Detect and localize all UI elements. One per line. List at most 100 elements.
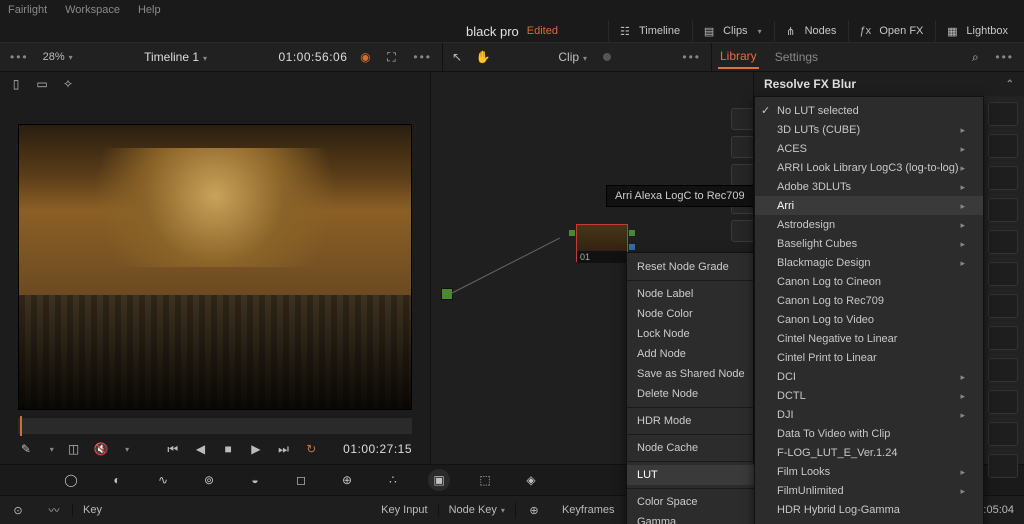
timeline-button[interactable]: ☷Timeline <box>608 21 688 41</box>
lut-item[interactable]: F-LOG_LUT_E_Ver.1.24 <box>755 443 983 462</box>
clips-button[interactable]: ▤Clips▾ <box>692 21 769 41</box>
fx-slot[interactable] <box>988 134 1018 158</box>
lut-item[interactable]: DCTL▸ <box>755 386 983 405</box>
tab-library[interactable]: Library <box>718 45 759 69</box>
viewer-image[interactable] <box>18 124 412 410</box>
lightbox-button[interactable]: ▦Lightbox <box>935 21 1016 41</box>
node-key-label[interactable]: Node Key▾ <box>438 504 515 516</box>
scope-footer-icon[interactable]: 〰 <box>46 502 62 518</box>
key-input-label: Key Input <box>371 504 437 516</box>
fx-slot[interactable] <box>988 198 1018 222</box>
fx-overlay-icon[interactable]: ✧ <box>60 76 76 92</box>
fx-slot[interactable] <box>988 326 1018 350</box>
view-mode-1-icon[interactable]: ▯ <box>8 76 24 92</box>
page-3d-icon[interactable]: ◈ <box>520 469 542 491</box>
lut-item[interactable]: Canon Log to Video <box>755 310 983 329</box>
expand-key-icon[interactable]: ⊙ <box>10 502 26 518</box>
fx-slot[interactable] <box>988 230 1018 254</box>
next-icon[interactable]: ⏭ <box>276 441 292 457</box>
lut-item[interactable]: Canon Log to Cineon <box>755 272 983 291</box>
split-icon[interactable]: ◫ <box>66 441 82 457</box>
more-viewer-icon[interactable]: ••• <box>409 50 436 64</box>
page-qualifier-icon[interactable]: ◒ <box>244 469 266 491</box>
page-key-icon[interactable]: ▣ <box>428 469 450 491</box>
playbar[interactable] <box>18 418 412 434</box>
more-node-icon[interactable]: ••• <box>678 50 705 64</box>
node-alpha-dot[interactable] <box>629 244 635 250</box>
lut-item[interactable]: ARRI Look Library LogC3 (log-to-log)▸ <box>755 158 983 177</box>
loop-icon[interactable]: ↻ <box>303 441 319 457</box>
fx-slot[interactable] <box>988 454 1018 478</box>
scope-icon[interactable]: ◉ <box>357 49 373 65</box>
stop-icon[interactable]: ■ <box>220 441 236 457</box>
pointer-icon[interactable]: ↖ <box>449 49 465 65</box>
fx-category-header[interactable]: Resolve FX Blur ⌃ <box>754 72 1024 96</box>
search-icon[interactable]: ⌕ <box>967 49 983 65</box>
openfx-button[interactable]: ƒxOpen FX <box>848 21 931 41</box>
timeline-name[interactable]: Timeline 1▾ <box>83 50 269 64</box>
clips-icon: ▤ <box>701 23 717 39</box>
lut-item[interactable]: HDR Hybrid Log-Gamma <box>755 500 983 519</box>
page-curves-icon[interactable]: ∿ <box>152 469 174 491</box>
expand-icon[interactable]: ⛶ <box>383 49 399 65</box>
timeline-icon: ☷ <box>617 23 633 39</box>
lut-item[interactable]: Cintel Negative to Linear <box>755 329 983 348</box>
fx-slot[interactable] <box>988 390 1018 414</box>
hand-icon[interactable]: ✋ <box>475 49 491 65</box>
clip-label[interactable]: Clip▾ <box>558 50 587 64</box>
graph-input[interactable] <box>441 288 453 300</box>
fx-slot[interactable] <box>988 294 1018 318</box>
lut-item[interactable]: Canon Log to Rec709 <box>755 291 983 310</box>
page-warper-icon[interactable]: ⊚ <box>198 469 220 491</box>
prev-icon[interactable]: ◀ <box>193 441 209 457</box>
lut-item[interactable]: Astrodesign▸ <box>755 215 983 234</box>
more-fx-icon[interactable]: ••• <box>991 50 1018 64</box>
lut-item[interactable]: Film Looks▸ <box>755 462 983 481</box>
lut-item[interactable]: Cintel Print to Linear <box>755 348 983 367</box>
project-name: black pro <box>466 24 519 39</box>
menu-fairlight[interactable]: Fairlight <box>8 4 47 16</box>
page-window-icon[interactable]: ◻ <box>290 469 312 491</box>
node-in-dot[interactable] <box>569 230 575 236</box>
node-tooltip: Arri Alexa LogC to Rec709 <box>606 185 754 207</box>
lut-item[interactable]: FilmUnlimited▸ <box>755 481 983 500</box>
node-graph[interactable]: Arri Alexa LogC to Rec709 01 Reset Node … <box>431 72 1024 464</box>
node-01[interactable]: 01 <box>576 224 628 262</box>
page-blur-icon[interactable]: ∴ <box>382 469 404 491</box>
lut-item[interactable]: DJI▸ <box>755 405 983 424</box>
lut-item[interactable]: Arri▸ <box>755 196 983 215</box>
viewer-timecode: 01:00:27:15 <box>343 442 412 456</box>
viewer-zoom[interactable]: 28%▾ <box>43 51 73 63</box>
node-out-dot[interactable] <box>629 230 635 236</box>
nodes-button[interactable]: ⋔Nodes <box>774 21 845 41</box>
more-left-icon[interactable]: ••• <box>6 50 33 64</box>
view-mode-2-icon[interactable]: ▭ <box>34 76 50 92</box>
lut-item[interactable]: DCI▸ <box>755 367 983 386</box>
lut-item[interactable]: ACES▸ <box>755 139 983 158</box>
page-wheel-icon[interactable]: ◯ <box>60 469 82 491</box>
lut-item[interactable]: HDR ST 2084 <box>755 519 983 524</box>
page-hdr-icon[interactable]: ◐ <box>106 469 128 491</box>
picker-icon[interactable]: ✎ <box>18 441 34 457</box>
menu-help[interactable]: Help <box>138 4 161 16</box>
lut-item[interactable]: Blackmagic Design▸ <box>755 253 983 272</box>
menu-workspace[interactable]: Workspace <box>65 4 120 16</box>
page-tracking-icon[interactable]: ⊕ <box>336 469 358 491</box>
play-icon[interactable]: ▶ <box>248 441 264 457</box>
mute-icon[interactable]: 🔇 <box>93 441 109 457</box>
tab-settings[interactable]: Settings <box>773 46 820 68</box>
kf-expand-icon[interactable]: ⊕ <box>526 502 542 518</box>
first-frame-icon[interactable]: ⏮ <box>165 441 181 457</box>
fx-slot[interactable] <box>988 102 1018 126</box>
lut-item[interactable]: ✓No LUT selected <box>755 101 983 120</box>
fx-slot[interactable] <box>988 262 1018 286</box>
fx-slot[interactable] <box>988 422 1018 446</box>
page-sizing-icon[interactable]: ⬚ <box>474 469 496 491</box>
fx-slot[interactable] <box>988 166 1018 190</box>
lut-item[interactable]: Baselight Cubes▸ <box>755 234 983 253</box>
lut-item[interactable]: Adobe 3DLUTs▸ <box>755 177 983 196</box>
fx-slot[interactable] <box>988 358 1018 382</box>
node-number: 01 <box>577 251 627 263</box>
lut-item[interactable]: Data To Video with Clip <box>755 424 983 443</box>
lut-item[interactable]: 3D LUTs (CUBE)▸ <box>755 120 983 139</box>
